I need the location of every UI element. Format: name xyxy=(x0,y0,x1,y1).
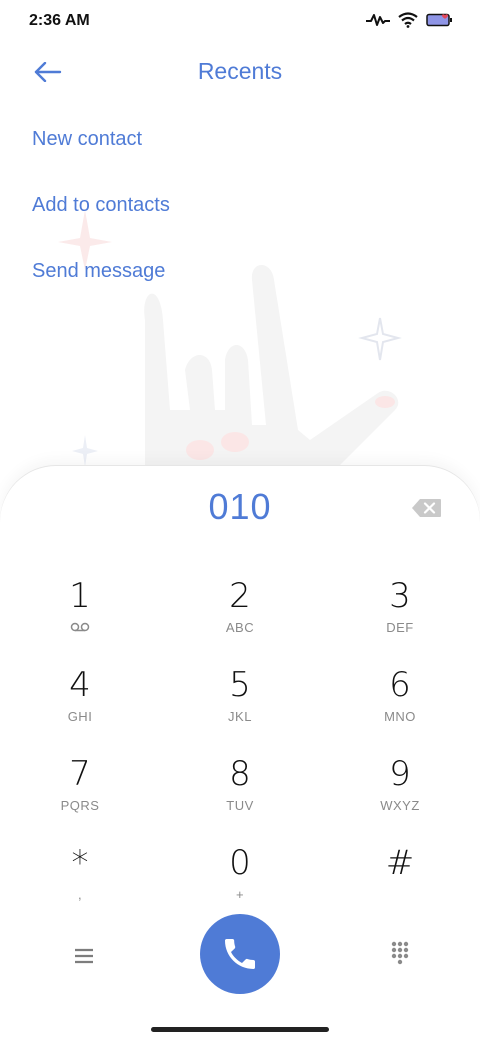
key-letters xyxy=(20,620,140,635)
key-digit: 5 xyxy=(229,665,251,705)
key-digit: 4 xyxy=(69,665,91,705)
dialed-number[interactable]: 010 xyxy=(0,486,480,528)
send-message-link[interactable]: Send message xyxy=(32,260,165,283)
call-button[interactable] xyxy=(200,914,280,994)
key-2[interactable]: 2 ABC xyxy=(180,576,300,656)
key-digit: 9 xyxy=(389,754,411,794)
dialpad-toggle-button[interactable] xyxy=(380,940,420,970)
key-8[interactable]: 8 TUV xyxy=(180,754,300,834)
dialpad-grid-icon xyxy=(391,941,409,965)
key-letters: + xyxy=(235,887,245,902)
key-letters: TUV xyxy=(226,798,254,813)
hand-illustration xyxy=(58,210,402,490)
backspace-icon xyxy=(412,499,441,517)
key-6[interactable]: 6 MNO xyxy=(340,665,460,745)
add-to-contacts-link[interactable]: Add to contacts xyxy=(32,194,170,217)
key-4[interactable]: 4 GHI xyxy=(20,665,140,745)
key-1[interactable]: 1 xyxy=(20,576,140,656)
menu-icon xyxy=(75,948,93,964)
key-7[interactable]: 7 PQRS xyxy=(20,754,140,834)
key-letters: PQRS xyxy=(60,798,100,813)
voicemail-icon xyxy=(70,622,90,632)
phone-icon xyxy=(225,939,255,969)
header: Recents xyxy=(0,44,480,100)
status-time: 2:36 AM xyxy=(29,12,90,29)
key-digit: 6 xyxy=(389,665,411,705)
key-letters: MNO xyxy=(384,709,416,724)
home-indicator[interactable] xyxy=(151,1027,329,1032)
dialer-bottom-bar xyxy=(0,914,480,994)
key-0[interactable]: 0 + xyxy=(180,843,300,923)
status-bar: 2:36 AM xyxy=(0,0,480,44)
dialpad-panel: 010 1 2 ABC 3 DEF 4 GHI 5 JKL 6 MNO 7 PQ… xyxy=(0,466,480,1040)
activity-icon xyxy=(366,14,390,26)
battery-icon xyxy=(426,13,452,27)
key-letters: , xyxy=(77,887,83,902)
key-digit: * xyxy=(71,843,89,883)
key-digit: 8 xyxy=(229,754,251,794)
key-3[interactable]: 3 DEF xyxy=(340,576,460,656)
key-letters: WXYZ xyxy=(380,798,420,813)
key-digit: # xyxy=(385,843,415,883)
key-9[interactable]: 9 WXYZ xyxy=(340,754,460,834)
menu-button[interactable] xyxy=(64,942,104,972)
wifi-icon xyxy=(398,12,418,28)
backspace-button[interactable] xyxy=(412,498,442,518)
key-letters: GHI xyxy=(67,709,93,724)
key-hash[interactable]: # xyxy=(340,843,460,923)
key-digit: 7 xyxy=(69,754,91,794)
status-icons xyxy=(366,12,454,28)
page-title: Recents xyxy=(197,58,283,84)
key-digit: 0 xyxy=(229,843,251,883)
key-letters: ABC xyxy=(225,620,255,635)
key-5[interactable]: 5 JKL xyxy=(180,665,300,745)
key-letters: DEF xyxy=(386,620,414,635)
key-star[interactable]: * , xyxy=(20,843,140,923)
key-digit: 2 xyxy=(229,576,251,616)
key-letters: JKL xyxy=(228,709,252,724)
new-contact-link[interactable]: New contact xyxy=(32,128,142,151)
key-digit: 3 xyxy=(389,576,411,616)
key-digit: 1 xyxy=(69,576,91,616)
